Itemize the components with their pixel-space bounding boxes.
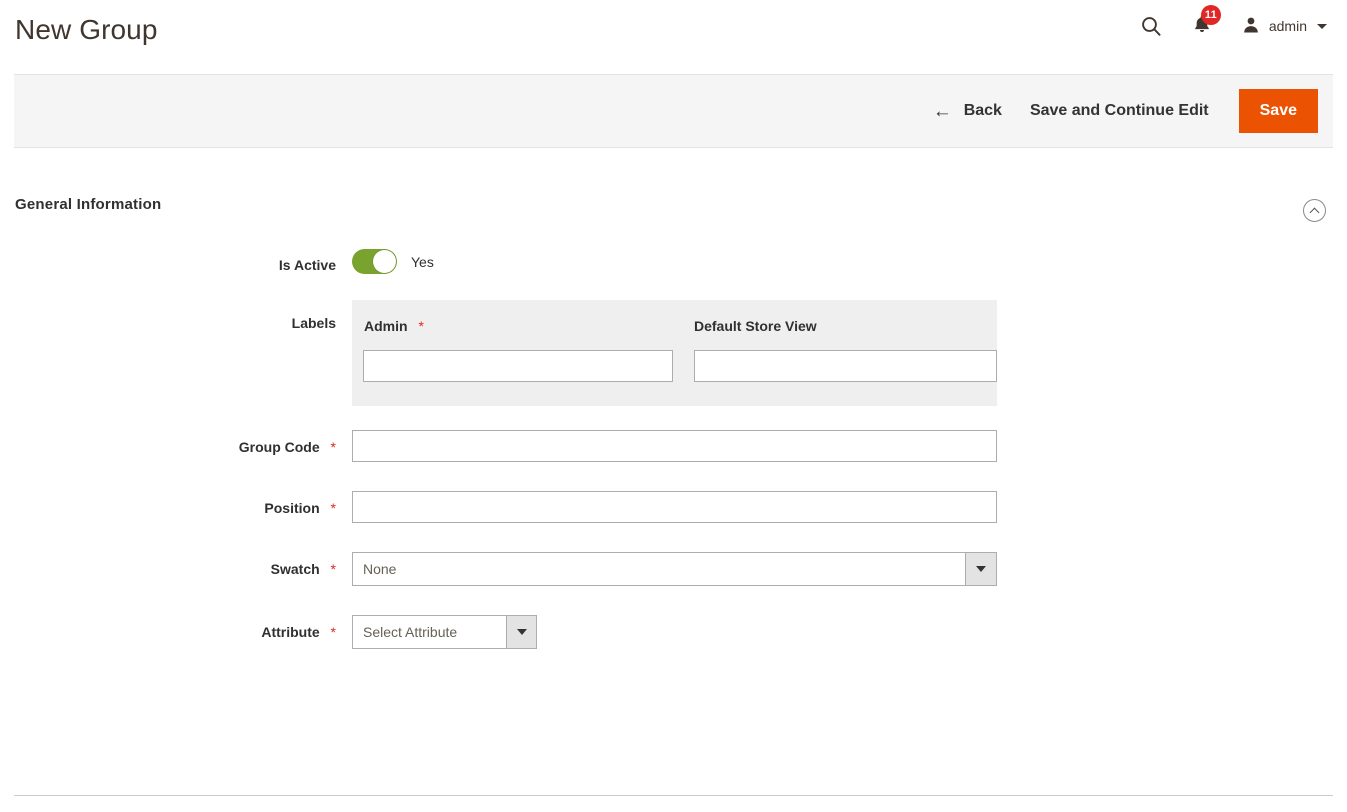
notifications-button[interactable]: 11 (1177, 12, 1227, 40)
swatch-label: Swatch * (14, 552, 336, 577)
admin-user-name: admin (1269, 18, 1307, 34)
attribute-label: Attribute * (14, 615, 336, 640)
position-label-text: Position (264, 500, 319, 516)
swatch-select[interactable]: None (352, 552, 997, 586)
chevron-down-icon (517, 629, 527, 635)
page-actions-toolbar: ← Back Save and Continue Edit Save (14, 74, 1333, 148)
swatch-selected-value: None (352, 552, 965, 586)
notification-count-badge: 11 (1201, 5, 1221, 25)
chevron-down-icon (976, 566, 986, 572)
group-code-control (352, 430, 1333, 462)
labels-control: Admin * Default Store View (352, 300, 1333, 406)
required-asterisk: * (331, 561, 336, 577)
section-collapse-toggle[interactable] (1303, 199, 1326, 222)
labels-column-header-admin: Admin * (352, 318, 683, 334)
field-row-labels: Labels Admin * Default Store View (14, 300, 1333, 406)
group-code-label-text: Group Code (239, 439, 320, 455)
labels-default-store-view-input[interactable] (694, 350, 997, 382)
toggle-knob (373, 250, 396, 273)
chevron-up-circle-icon (1310, 207, 1320, 217)
labels-table-row (352, 350, 997, 406)
field-row-attribute: Attribute * Select Attribute (14, 615, 1333, 649)
required-asterisk: * (331, 624, 336, 640)
attribute-label-text: Attribute (261, 624, 319, 640)
is-active-value: Yes (411, 254, 434, 270)
attribute-dropdown-button[interactable] (506, 615, 537, 649)
back-button[interactable]: ← Back (919, 94, 1016, 129)
labels-admin-input[interactable] (363, 350, 673, 382)
required-asterisk: * (331, 439, 336, 455)
general-information-form: Is Active Yes Labels Admin * (14, 247, 1333, 649)
is-active-toggle-wrap: Yes (352, 247, 1333, 274)
page-title: New Group (15, 10, 158, 50)
field-row-is-active: Is Active Yes (14, 247, 1333, 274)
bell-icon-wrap: 11 (1191, 13, 1213, 40)
search-icon (1139, 14, 1163, 38)
swatch-dropdown-button[interactable] (965, 552, 997, 586)
attribute-selected-value: Select Attribute (352, 615, 506, 649)
swatch-control: None (352, 552, 1333, 586)
labels-table-header: Admin * Default Store View (352, 300, 997, 350)
labels-label: Labels (14, 300, 336, 331)
labels-admin-header-text: Admin (364, 318, 408, 334)
position-label: Position * (14, 491, 336, 516)
field-row-swatch: Swatch * None (14, 552, 1333, 586)
page-header: New Group 11 (0, 0, 1347, 74)
chevron-down-icon (1317, 24, 1327, 29)
position-input[interactable] (352, 491, 997, 523)
required-asterisk: * (331, 500, 336, 516)
field-row-position: Position * (14, 491, 1333, 523)
search-button[interactable] (1125, 12, 1177, 40)
field-row-group-code: Group Code * (14, 430, 1333, 462)
section-title: General Information (15, 196, 1333, 213)
user-avatar-icon (1241, 15, 1261, 38)
group-code-label: Group Code * (14, 430, 336, 455)
save-and-continue-edit-button[interactable]: Save and Continue Edit (1016, 94, 1223, 128)
general-information-section: General Information Is Active Yes Labels (14, 148, 1333, 649)
position-control (352, 491, 1333, 523)
attribute-select[interactable]: Select Attribute (352, 615, 537, 649)
save-button[interactable]: Save (1239, 89, 1318, 133)
labels-cell-admin (352, 350, 683, 382)
is-active-label: Is Active (14, 248, 336, 273)
header-tools: 11 admin (1125, 12, 1333, 40)
attribute-control: Select Attribute (352, 615, 1333, 649)
is-active-control: Yes (352, 247, 1333, 274)
labels-column-header-default-store-view: Default Store View (683, 318, 817, 334)
back-button-label: Back (964, 102, 1002, 120)
labels-cell-default-store-view (683, 350, 997, 382)
is-active-toggle[interactable] (352, 249, 397, 274)
bottom-divider (14, 795, 1333, 796)
swatch-label-text: Swatch (271, 561, 320, 577)
arrow-left-icon: ← (933, 102, 952, 121)
admin-user-menu[interactable]: admin (1227, 15, 1333, 38)
group-code-input[interactable] (352, 430, 997, 462)
labels-panel: Admin * Default Store View (352, 300, 997, 406)
required-asterisk: * (418, 318, 423, 334)
